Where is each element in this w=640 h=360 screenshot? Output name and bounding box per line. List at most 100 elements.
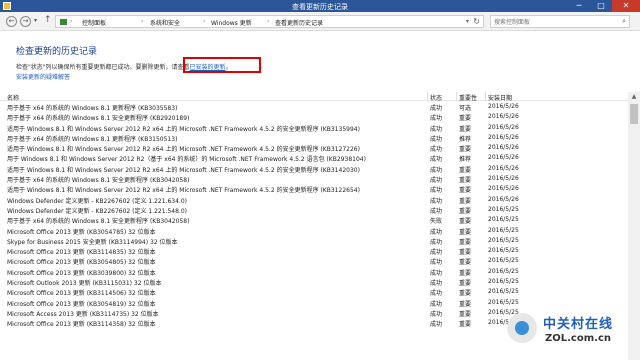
- breadcrumb-system-security[interactable]: 系统和安全: [150, 18, 180, 27]
- breadcrumb-separator[interactable]: ›: [203, 18, 205, 25]
- table-row[interactable]: 适用于 Windows 8.1 和 Windows Server 2012 R2…: [0, 184, 628, 194]
- table-row[interactable]: Windows Defender 定义更新 - KB2267602 (定义 1.…: [0, 195, 628, 205]
- update-name-cell: 用于基于 x64 的系统的 Windows 8.1 安全更新程序 (KB3042…: [7, 218, 190, 226]
- column-divider[interactable]: [427, 92, 428, 101]
- window-title: 查看更新历史记录: [292, 3, 348, 11]
- update-importance-cell: 推荐: [459, 135, 472, 143]
- column-header-importance[interactable]: 重要性: [459, 93, 477, 102]
- update-status-cell: 成功: [430, 105, 443, 112]
- breadcrumb-update-history[interactable]: 查看更新历史记录: [275, 18, 323, 27]
- update-status-cell: 成功: [430, 321, 443, 329]
- table-row[interactable]: 适用于 Windows 8.1 和 Windows Server 2012 R2…: [0, 164, 628, 174]
- table-row[interactable]: Windows Defender 定义更新 - KB2267602 (定义 1.…: [0, 205, 628, 215]
- refresh-icon[interactable]: ↻: [473, 17, 480, 26]
- close-button[interactable]: ✕: [612, 0, 640, 12]
- table-row[interactable]: 用于基于 x64 的系统的 Windows 8.1 安全更新程序 (KB3042…: [0, 174, 628, 184]
- update-importance-cell: 重要: [459, 280, 472, 288]
- update-status-cell: 成功: [430, 156, 443, 164]
- update-importance-cell: 重要: [459, 249, 472, 257]
- update-importance-cell: 重要: [459, 197, 472, 205]
- column-divider[interactable]: [456, 92, 457, 101]
- update-importance-cell: 重要: [459, 321, 472, 329]
- table-row[interactable]: Microsoft Office 2013 更新 (KB3114506) 32 …: [0, 287, 628, 297]
- update-name-cell: Microsoft Office 2013 更新 (KB3054805) 32 …: [7, 259, 156, 267]
- update-name-cell: Microsoft Office 2013 更新 (KB3039800) 32 …: [7, 269, 156, 277]
- update-importance-cell: 重要: [459, 166, 472, 174]
- update-status-cell: 失败: [430, 218, 443, 226]
- zol-logo-icon: [507, 313, 537, 343]
- update-name-cell: 用于基于 x64 的系统的 Windows 8.1 更新程序 (KB315051…: [7, 135, 178, 143]
- update-date-cell: 2016/5/25: [488, 278, 519, 286]
- update-name-cell: Microsoft Office 2013 更新 (KB3054819) 32 …: [7, 300, 156, 308]
- search-box[interactable]: ⌕: [490, 15, 630, 28]
- search-input[interactable]: [494, 17, 612, 27]
- table-row[interactable]: 适用于 Windows 8.1 和 Windows Server 2012 R2…: [0, 143, 628, 153]
- column-divider[interactable]: [485, 92, 486, 101]
- table-row[interactable]: 用于基于 x64 的系统的 Windows 8.1 更新程序 (KB315051…: [0, 133, 628, 143]
- update-date-cell: 2016/5/26: [488, 113, 519, 121]
- column-header-name[interactable]: 名称: [7, 93, 19, 102]
- update-name-cell: Microsoft Outlook 2013 更新 (KB3115031) 32…: [7, 280, 162, 288]
- watermark-en-text: ZOL.com.cn: [545, 333, 611, 344]
- update-date-cell: 2016/5/26: [488, 195, 519, 203]
- breadcrumb-separator[interactable]: ›: [70, 18, 72, 25]
- update-name-cell: Microsoft Access 2013 更新 (KB3114735) 32 …: [7, 310, 159, 318]
- update-importance-cell: 重要: [459, 207, 472, 215]
- recent-locations-chevron-icon[interactable]: ▾: [34, 17, 37, 24]
- breadcrumb-separator[interactable]: ›: [267, 18, 269, 25]
- column-header-status[interactable]: 状态: [430, 93, 442, 102]
- update-importance-cell: 重要: [459, 115, 472, 123]
- update-date-cell: 2016/5/25: [488, 236, 519, 244]
- back-button[interactable]: ←: [6, 16, 17, 27]
- scrollbar-thumb[interactable]: [630, 104, 638, 124]
- table-row[interactable]: 用于基于 x64 的系统的 Windows 8.1 更新程序 (KB303558…: [0, 102, 628, 112]
- search-icon[interactable]: ⌕: [622, 17, 626, 26]
- address-dropdown-icon[interactable]: ▾: [466, 18, 469, 25]
- table-row[interactable]: 用于基于 x64 的系统的 Windows 8.1 安全更新程序 (KB2920…: [0, 112, 628, 122]
- table-row[interactable]: 适用于 Windows 8.1 和 Windows Server 2012 R2…: [0, 123, 628, 133]
- update-status-cell: 成功: [430, 177, 443, 185]
- table-row[interactable]: 用于基于 x64 的系统的 Windows 8.1 安全更新程序 (KB3042…: [0, 215, 628, 225]
- scroll-up-arrow-icon[interactable]: ▲: [628, 92, 640, 102]
- address-bar[interactable]: › 控制面板 › 系统和安全 › Windows 更新 › 查看更新历史记录 ▾…: [55, 15, 484, 28]
- update-name-cell: 适用于 Windows 8.1 和 Windows Server 2012 R2…: [7, 187, 360, 195]
- maximize-button[interactable]: □: [590, 0, 612, 12]
- update-date-cell: 2016/5/25: [488, 226, 519, 234]
- breadcrumb-windows-update[interactable]: Windows 更新: [211, 18, 252, 27]
- update-name-cell: 用于基于 x64 的系统的 Windows 8.1 安全更新程序 (KB3042…: [7, 177, 190, 185]
- table-row[interactable]: Skype for Business 2015 安全更新 (KB3114994)…: [0, 236, 628, 246]
- update-status-cell: 成功: [430, 197, 443, 205]
- update-status-cell: 成功: [430, 166, 443, 174]
- table-row[interactable]: Microsoft Office 2013 更新 (KB3039800) 32 …: [0, 267, 628, 277]
- update-name-cell: 用于基于 x64 的系统的 Windows 8.1 更新程序 (KB303558…: [7, 105, 178, 112]
- breadcrumb-control-panel[interactable]: 控制面板: [82, 18, 106, 27]
- update-importance-cell: 重要: [459, 300, 472, 308]
- update-date-cell: 2016/5/25: [488, 247, 519, 255]
- update-name-cell: 适用于 Windows 8.1 和 Windows Server 2012 R2…: [7, 166, 360, 174]
- navigation-bar: ← → ▾ ↑ › 控制面板 › 系统和安全 › Windows 更新 › 查看…: [0, 12, 640, 31]
- table-row[interactable]: Microsoft Outlook 2013 更新 (KB3115031) 32…: [0, 277, 628, 287]
- watermark-cn-text: 中关村在线: [543, 317, 614, 332]
- update-name-cell: Windows Defender 定义更新 - KB2267602 (定义 1.…: [7, 207, 187, 215]
- table-row[interactable]: Microsoft Office 2013 更新 (KB3114835) 32 …: [0, 246, 628, 256]
- update-status-cell: 成功: [430, 228, 443, 236]
- update-date-cell: 2016/5/26: [488, 123, 519, 131]
- table-row[interactable]: Microsoft Office 2013 更新 (KB3054785) 32 …: [0, 226, 628, 236]
- update-name-cell: 适用于 Windows 8.1 和 Windows Server 2012 R2…: [7, 146, 360, 154]
- update-date-cell: 2016/5/26: [488, 175, 519, 183]
- troubleshoot-link[interactable]: 安装更新的疑难解答: [16, 72, 70, 81]
- column-header-date[interactable]: 安装日期: [488, 93, 512, 102]
- breadcrumb-separator[interactable]: ›: [141, 18, 143, 25]
- minimize-button[interactable]: ─: [568, 0, 590, 12]
- update-status-cell: 成功: [430, 115, 443, 123]
- update-importance-cell: 推荐: [459, 156, 472, 164]
- table-row[interactable]: 用于 Windows 8.1 和 Windows Server 2012 R2（…: [0, 153, 628, 163]
- update-date-cell: 2016/5/26: [488, 133, 519, 141]
- update-date-cell: 2016/5/26: [488, 185, 519, 193]
- up-button[interactable]: ↑: [44, 15, 52, 25]
- update-status-cell: 成功: [430, 125, 443, 133]
- update-name-cell: 用于基于 x64 的系统的 Windows 8.1 安全更新程序 (KB2920…: [7, 115, 190, 123]
- update-name-cell: 适用于 Windows 8.1 和 Windows Server 2012 R2…: [7, 125, 360, 133]
- forward-button[interactable]: →: [20, 16, 31, 27]
- table-row[interactable]: Microsoft Office 2013 更新 (KB3054805) 32 …: [0, 256, 628, 266]
